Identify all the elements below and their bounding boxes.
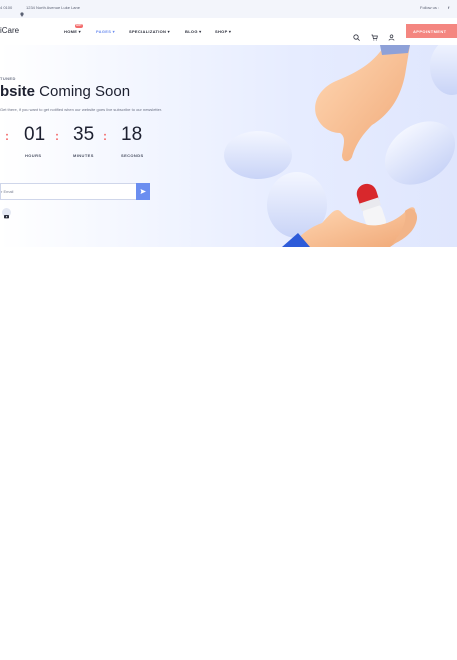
nav-blog[interactable]: BLOG ▾ (185, 29, 201, 34)
appointment-button[interactable]: APPOINTMENT (406, 24, 457, 38)
follow-us-label: Follow us : (420, 5, 440, 10)
countdown-separator: : (55, 129, 59, 143)
facebook-icon[interactable]: f (448, 5, 449, 10)
pill-tablet (430, 45, 457, 95)
nav-shop[interactable]: SHOP ▾ (215, 29, 231, 34)
user-icon[interactable] (388, 28, 395, 41)
pill-tablet (384, 121, 456, 185)
hero-title-bold: bsite (0, 83, 36, 100)
email-placeholder: r Email (1, 189, 14, 194)
hero-illustration (224, 45, 457, 247)
youtube-icon[interactable] (2, 208, 11, 219)
countdown-seconds-label: SECONDS (121, 153, 144, 158)
hero-title-rest: Coming Soon (35, 83, 131, 100)
appointment-label: APPOINTMENT (413, 29, 447, 34)
main-navbar: iCare HOT HOME ▾ PAGES ▾ SPECIALIZATION … (0, 18, 457, 46)
email-field[interactable]: r Email (0, 183, 137, 200)
countdown-minutes-label: MINUTES (73, 153, 94, 158)
countdown-seconds: 18 (121, 124, 143, 145)
top-bar: 4 0100 1234 North Avenue Luke Lane Follo… (0, 0, 457, 19)
nav-pages[interactable]: PAGES ▾ (96, 29, 115, 34)
search-icon[interactable] (353, 28, 360, 41)
countdown-minutes: 35 (73, 124, 95, 145)
subscribe-button[interactable] (136, 183, 150, 200)
address: 1234 North Avenue Luke Lane (26, 5, 80, 10)
countdown-separator: : (5, 129, 9, 143)
countdown-hours: 01 (24, 124, 46, 145)
phone-number[interactable]: 4 0100 (0, 5, 12, 10)
site-logo[interactable]: iCare (0, 26, 19, 35)
hot-badge: HOT (75, 24, 83, 28)
nav-home[interactable]: HOME ▾ (64, 29, 81, 34)
send-icon (140, 189, 146, 194)
countdown-hours-label: HOURS (25, 153, 42, 158)
countdown-separator: : (103, 129, 107, 143)
pill-tablet (224, 131, 292, 179)
cart-icon[interactable] (371, 28, 378, 41)
hero-description: Get there, if you want to get notified w… (0, 107, 163, 112)
hero-section: TUNED bsite Coming Soon Get there, if yo… (0, 45, 457, 247)
hero-title: bsite Coming Soon (0, 83, 130, 100)
nav-specialization[interactable]: SPECIALIZATION ▾ (129, 29, 170, 34)
location-icon (20, 4, 24, 17)
hero-kicker: TUNED (0, 76, 16, 81)
